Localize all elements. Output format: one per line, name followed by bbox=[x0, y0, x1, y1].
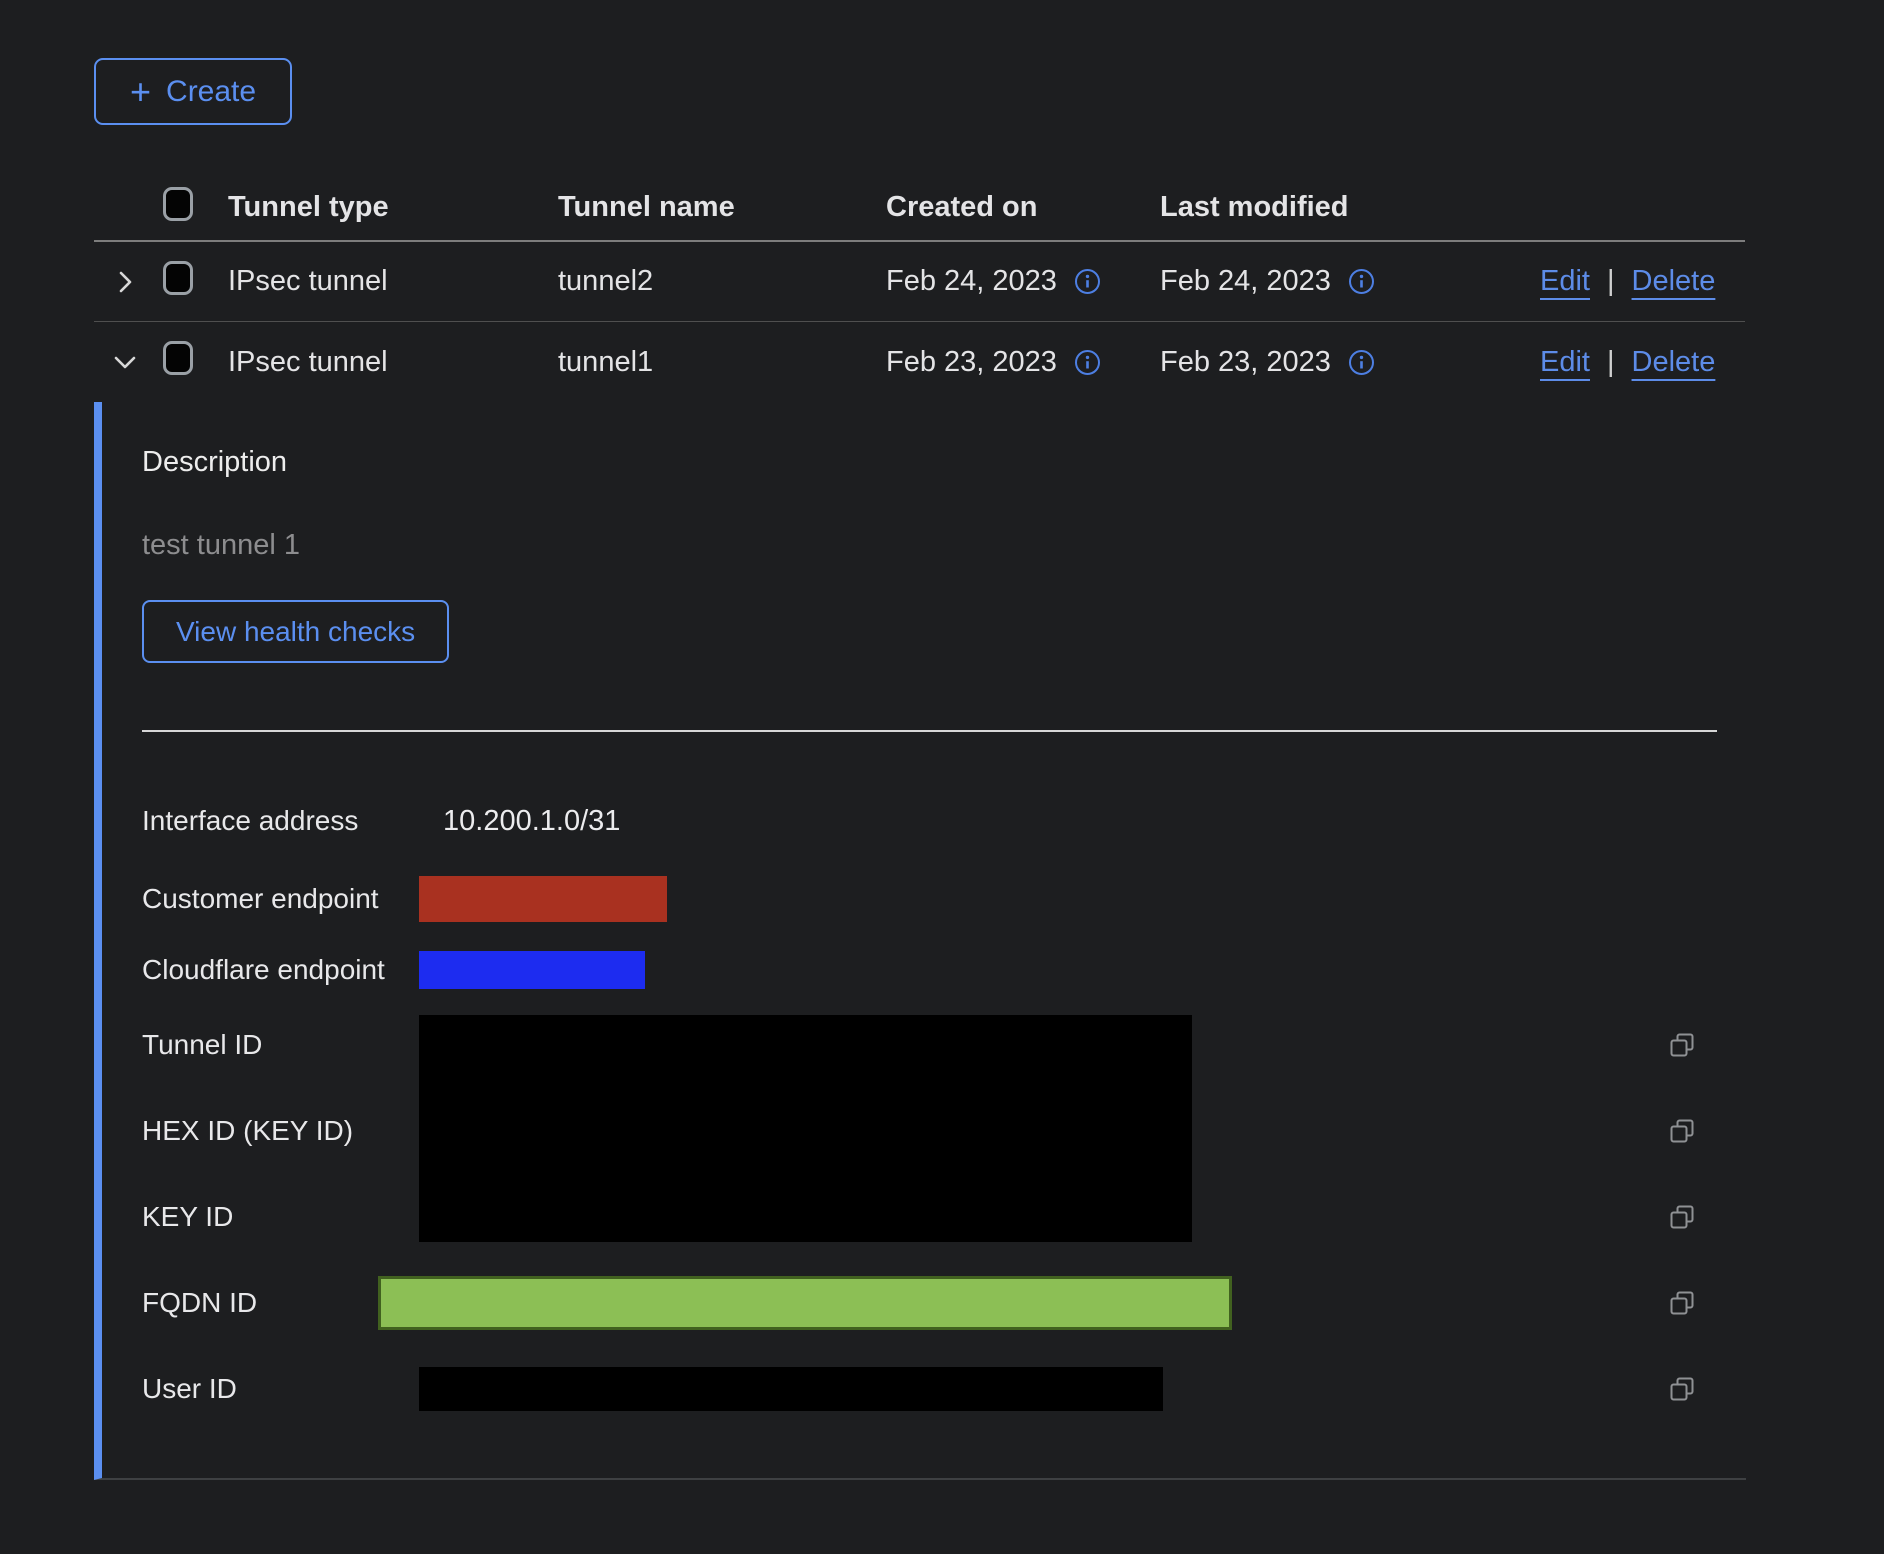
panel-divider bbox=[142, 730, 1717, 732]
edit-link[interactable]: Edit bbox=[1540, 346, 1590, 379]
header-tunnel-type: Tunnel type bbox=[228, 191, 558, 224]
copy-tunnel-id-button[interactable] bbox=[1666, 1029, 1698, 1061]
cloudflare-endpoint-row: Cloudflare endpoint bbox=[142, 938, 1746, 1002]
header-tunnel-name: Tunnel name bbox=[558, 191, 886, 224]
table-row-tunnel1: IPsec tunnel tunnel1 Feb 23, 2023 Feb 23… bbox=[94, 322, 1745, 402]
table-row-tunnel2: IPsec tunnel tunnel2 Feb 24, 2023 Feb 24… bbox=[94, 242, 1745, 322]
ids-redacted-value bbox=[419, 1015, 1192, 1242]
chevron-down-icon bbox=[112, 349, 138, 375]
cloudflare-endpoint-label: Cloudflare endpoint bbox=[142, 954, 419, 986]
tunnel-name-cell: tunnel1 bbox=[558, 346, 886, 379]
tunnel-type-cell: IPsec tunnel bbox=[228, 346, 558, 379]
interface-address-value: 10.200.1.0/31 bbox=[443, 805, 620, 838]
interface-address-row: Interface address 10.200.1.0/31 bbox=[142, 782, 1746, 860]
create-button-label: Create bbox=[166, 75, 256, 109]
fqdn-id-redacted-value bbox=[378, 1276, 1232, 1330]
tunnel-name-cell: tunnel2 bbox=[558, 265, 886, 298]
delete-link[interactable]: Delete bbox=[1632, 346, 1716, 379]
info-icon[interactable] bbox=[1074, 349, 1101, 376]
copy-hex-id-button[interactable] bbox=[1666, 1115, 1698, 1147]
id-fields-group: Tunnel ID HEX ID (KEY ID) bbox=[142, 1002, 1746, 1260]
customer-endpoint-redacted-value bbox=[419, 876, 667, 922]
collapse-row-button[interactable] bbox=[108, 345, 142, 379]
copy-icon bbox=[1668, 1031, 1696, 1059]
view-health-checks-button[interactable]: View health checks bbox=[142, 600, 449, 663]
plus-icon: + bbox=[130, 74, 151, 110]
user-id-redacted-value bbox=[419, 1367, 1163, 1411]
key-id-label: KEY ID bbox=[142, 1201, 419, 1233]
copy-fqdn-id-button[interactable] bbox=[1666, 1287, 1698, 1319]
hex-id-label: HEX ID (KEY ID) bbox=[142, 1115, 419, 1147]
select-all-checkbox[interactable] bbox=[163, 187, 193, 221]
copy-icon bbox=[1668, 1289, 1696, 1317]
table-header: Tunnel type Tunnel name Created on Last … bbox=[94, 175, 1745, 242]
info-icon[interactable] bbox=[1074, 268, 1101, 295]
copy-icon bbox=[1668, 1375, 1696, 1403]
header-last-modified: Last modified bbox=[1160, 191, 1540, 224]
expand-row-button[interactable] bbox=[108, 265, 142, 299]
tunnels-page: + Create Tunnel type Tunnel name Created… bbox=[0, 0, 1884, 1480]
user-id-label: User ID bbox=[142, 1373, 419, 1405]
row-checkbox[interactable] bbox=[163, 261, 193, 295]
created-on-value: Feb 23, 2023 bbox=[886, 346, 1057, 379]
info-icon[interactable] bbox=[1348, 349, 1375, 376]
delete-link[interactable]: Delete bbox=[1632, 265, 1716, 298]
row-checkbox[interactable] bbox=[163, 341, 193, 375]
created-on-value: Feb 24, 2023 bbox=[886, 265, 1057, 298]
fqdn-id-row: FQDN ID bbox=[142, 1260, 1746, 1346]
last-modified-value: Feb 23, 2023 bbox=[1160, 346, 1331, 379]
copy-icon bbox=[1668, 1203, 1696, 1231]
copy-user-id-button[interactable] bbox=[1666, 1373, 1698, 1405]
create-button[interactable]: + Create bbox=[94, 58, 292, 125]
description-heading: Description bbox=[142, 446, 1746, 479]
tunnel-details: Interface address 10.200.1.0/31 Customer… bbox=[142, 782, 1746, 1432]
expanded-tunnel-panel: Description test tunnel 1 View health ch… bbox=[94, 402, 1746, 1480]
edit-link[interactable]: Edit bbox=[1540, 265, 1590, 298]
action-separator: | bbox=[1607, 346, 1615, 379]
cloudflare-endpoint-redacted-value bbox=[419, 951, 645, 989]
customer-endpoint-label: Customer endpoint bbox=[142, 883, 419, 915]
tunnel-id-label: Tunnel ID bbox=[142, 1029, 419, 1061]
copy-key-id-button[interactable] bbox=[1666, 1201, 1698, 1233]
tunnel-type-cell: IPsec tunnel bbox=[228, 265, 558, 298]
tunnels-table: Tunnel type Tunnel name Created on Last … bbox=[94, 175, 1745, 402]
copy-icon bbox=[1668, 1117, 1696, 1145]
info-icon[interactable] bbox=[1348, 268, 1375, 295]
customer-endpoint-row: Customer endpoint bbox=[142, 860, 1746, 938]
description-value: test tunnel 1 bbox=[142, 529, 1746, 562]
last-modified-value: Feb 24, 2023 bbox=[1160, 265, 1331, 298]
header-created-on: Created on bbox=[886, 191, 1160, 224]
user-id-row: User ID bbox=[142, 1346, 1746, 1432]
interface-address-label: Interface address bbox=[142, 805, 419, 837]
chevron-right-icon bbox=[112, 269, 138, 295]
action-separator: | bbox=[1607, 265, 1615, 298]
